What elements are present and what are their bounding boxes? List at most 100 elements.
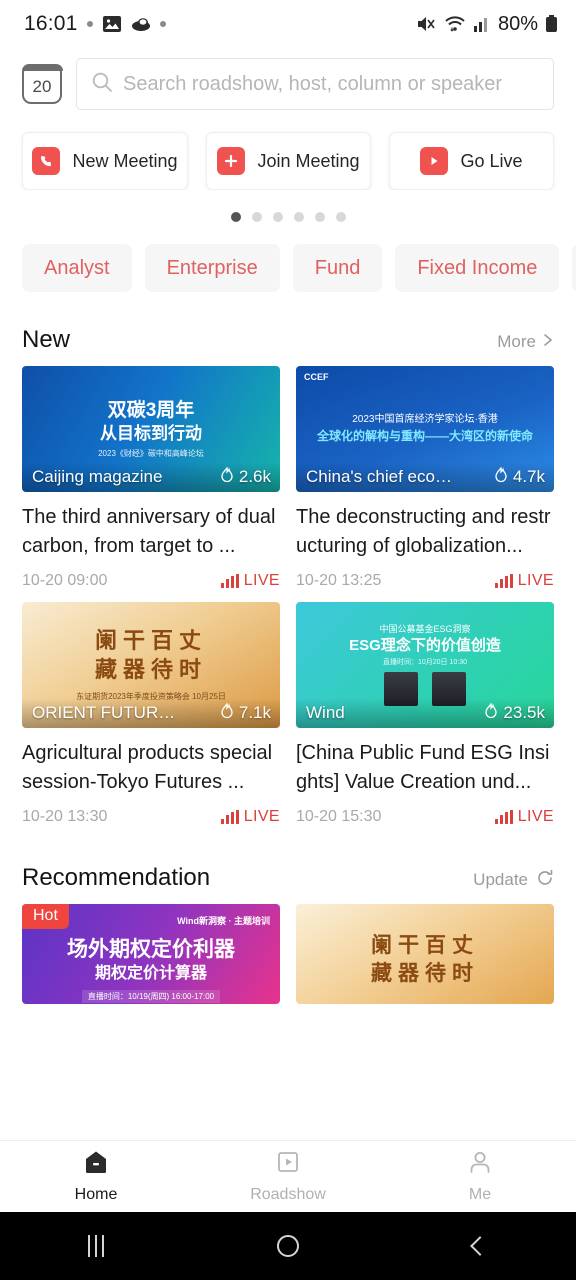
quick-actions: New Meeting Join Meeting Go Live: [0, 124, 576, 190]
scroll-fade: [0, 1122, 576, 1140]
update-button[interactable]: Update: [473, 869, 554, 892]
calendar-icon[interactable]: 20: [21, 63, 63, 104]
thumbnail-artwork: 场外期权定价利器 期权定价计算器 直播时间：10/19(周四) 16:00-17…: [22, 904, 280, 1004]
go-live-label: Go Live: [460, 150, 523, 171]
video-call-icon: [32, 147, 61, 175]
home-circle-icon: [277, 1235, 299, 1257]
carousel-dot[interactable]: [251, 212, 262, 222]
recommendation-card[interactable]: 阑干百丈 藏器待时: [296, 904, 554, 1004]
card-date: 10-20 13:25: [296, 572, 382, 589]
chip-label: Enterprise: [166, 256, 258, 279]
status-badge: LIVE: [220, 572, 280, 590]
thumbnail-overlay: Wind 23.5k: [296, 698, 554, 728]
recents-button[interactable]: [0, 1235, 192, 1257]
mute-icon: [415, 14, 437, 34]
status-badge: LIVE: [494, 572, 554, 590]
person-icon: [467, 1149, 493, 1180]
recommendation-title: Recommendation: [22, 864, 211, 891]
live-label: LIVE: [517, 808, 554, 825]
search-row: 20 Search roadshow, host, column or spea…: [0, 48, 576, 124]
new-section-header: New More: [0, 292, 576, 366]
live-bars-icon: [220, 574, 239, 588]
chip-label: Fund: [314, 256, 361, 279]
signal-icon: [473, 15, 491, 33]
dot-icon: [86, 21, 93, 27]
carousel-dot[interactable]: [335, 212, 346, 222]
roadshow-card[interactable]: 中国公募基金ESG洞察 ESG理念下的价值创造 直播时间：10月20日 10:3…: [296, 602, 554, 826]
thumbnail-artwork: 阑干百丈 藏器待时: [296, 904, 554, 1004]
tab-me-label: Me: [468, 1186, 492, 1203]
view-count-label: 7.1k: [238, 703, 271, 722]
thumb-sub-text: ESG理念下的价值创造: [349, 637, 501, 655]
thumb-small-text: 直播时间：10月20日 10:30: [382, 658, 468, 666]
live-label: LIVE: [243, 808, 280, 825]
view-count-label: 2.6k: [238, 467, 271, 486]
status-bar-left: 16:01: [24, 12, 166, 36]
view-count: 4.7k: [494, 465, 545, 488]
back-button[interactable]: [384, 1236, 576, 1256]
tab-roadshow[interactable]: Roadshow: [192, 1149, 384, 1204]
card-thumbnail[interactable]: 2023中国首席经济学家论坛·香港 全球化的解构与重构——大湾区的新使命 CCE…: [296, 366, 554, 492]
thumbnail-overlay: Caijing magazine 2.6k: [22, 462, 280, 492]
card-date: 10-20 15:30: [296, 808, 382, 825]
tab-home-label: Home: [74, 1186, 118, 1203]
go-live-button[interactable]: Go Live: [389, 132, 554, 190]
tab-me[interactable]: Me: [384, 1149, 576, 1204]
roadshow-card[interactable]: 2023中国首席经济学家论坛·香港 全球化的解构与重构——大湾区的新使命 CCE…: [296, 366, 554, 590]
chip-analyst[interactable]: Analyst: [22, 244, 132, 292]
search-icon: [91, 71, 113, 98]
card-thumbnail[interactable]: 阑干百丈 藏器待时 东证期货2023年季度投资策略会 10月25日 ORIENT…: [22, 602, 280, 728]
status-badge: LIVE: [494, 808, 554, 826]
chip-enterprise[interactable]: Enterprise: [144, 244, 280, 292]
card-thumbnail[interactable]: 双碳3周年 从目标到行动 2023《财经》碳中和高峰论坛 Caijing mag…: [22, 366, 280, 492]
play-icon: [420, 147, 449, 175]
card-date: 10-20 09:00: [22, 572, 108, 589]
recommendation-grid: Hot Wind新洞察 · 主题培训 场外期权定价利器 期权定价计算器 直播时间…: [0, 904, 576, 1004]
new-more-button[interactable]: More: [497, 332, 554, 352]
carousel-dot[interactable]: [314, 212, 325, 222]
wifi-icon: [444, 14, 466, 34]
card-meta: 10-20 09:00 LIVE: [22, 572, 280, 590]
card-meta: 10-20 13:25 LIVE: [296, 572, 554, 590]
new-more-label: More: [497, 332, 536, 351]
chip-fixed-income[interactable]: Fixed Income: [395, 244, 560, 292]
refresh-icon: [536, 869, 554, 892]
channel-name: China's chief econom...: [306, 467, 454, 486]
chevron-right-icon: [542, 332, 554, 352]
new-meeting-button[interactable]: New Meeting: [22, 132, 188, 190]
chip-macro[interactable]: Macro: [572, 244, 576, 292]
join-meeting-label: Join Meeting: [257, 150, 360, 171]
home-button[interactable]: [192, 1235, 384, 1257]
thumb-sub-text: 全球化的解构与重构——大湾区的新使命: [316, 428, 533, 443]
back-icon: [470, 1236, 490, 1256]
flame-icon: [220, 701, 234, 724]
recommendation-header: Recommendation Update: [0, 826, 576, 904]
view-count: 2.6k: [220, 465, 271, 488]
view-count-label: 4.7k: [512, 467, 545, 486]
carousel-dot[interactable]: [272, 212, 283, 222]
join-meeting-button[interactable]: Join Meeting: [206, 132, 371, 190]
carousel-dot[interactable]: [230, 212, 241, 222]
status-time: 16:01: [24, 12, 78, 35]
thumb-main-text: 阑干百丈: [371, 931, 479, 957]
search-input[interactable]: Search roadshow, host, column or speaker: [76, 58, 554, 110]
thumb-sub-text: 从目标到行动: [100, 423, 202, 443]
status-badge: LIVE: [220, 808, 280, 826]
tab-home[interactable]: Home: [0, 1149, 192, 1204]
tab-roadshow-label: Roadshow: [250, 1186, 326, 1203]
view-count-label: 23.5k: [503, 703, 545, 722]
card-title: The third anniversary of dual carbon, fr…: [22, 506, 276, 557]
category-chips: Analyst Enterprise Fund Fixed Income Mac…: [0, 236, 576, 292]
chip-fund[interactable]: Fund: [292, 244, 383, 292]
card-title: [China Public Fund ESG Insights] Value C…: [296, 742, 550, 793]
card-thumbnail[interactable]: 中国公募基金ESG洞察 ESG理念下的价值创造 直播时间：10月20日 10:3…: [296, 602, 554, 728]
roadshow-card[interactable]: 双碳3周年 从目标到行动 2023《财经》碳中和高峰论坛 Caijing mag…: [22, 366, 280, 590]
card-meta: 10-20 15:30 LIVE: [296, 808, 554, 826]
carousel-dots[interactable]: [0, 190, 576, 236]
live-bars-icon: [220, 810, 239, 824]
carousel-dot[interactable]: [293, 212, 304, 222]
roadshow-card[interactable]: 阑干百丈 藏器待时 东证期货2023年季度投资策略会 10月25日 ORIENT…: [22, 602, 280, 826]
dot-icon: [159, 21, 166, 27]
recommendation-card[interactable]: Hot Wind新洞察 · 主题培训 场外期权定价利器 期权定价计算器 直播时间…: [22, 904, 280, 1004]
system-navigation-bar: [0, 1212, 576, 1280]
